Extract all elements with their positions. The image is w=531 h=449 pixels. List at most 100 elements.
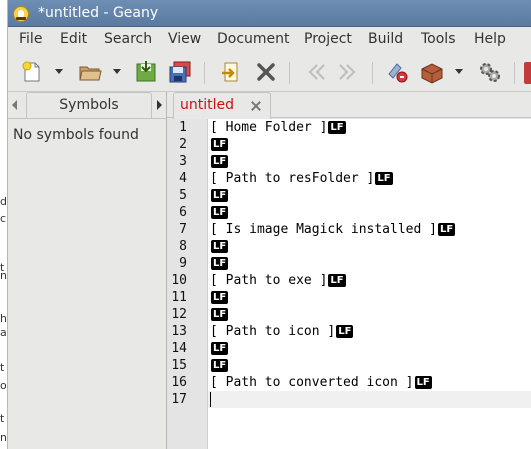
line-number: 5 (179, 188, 187, 203)
line-number: 10 (171, 273, 187, 288)
line-number: 17 (171, 392, 187, 407)
background-text-fragment: n (0, 269, 7, 282)
code-line[interactable]: [ Home Folder ] LF (210, 119, 346, 136)
line-number: 11 (171, 290, 187, 305)
editor-area: untitled 1 2 3 4 5 6 7 8 9 10 11 12 13 14 15 16 17 [ Hom… (167, 92, 531, 449)
code-line[interactable]: [ Path to exe ] LF (210, 272, 346, 289)
eol-marker: LF (336, 325, 354, 338)
code-line[interactable]: LF (210, 357, 229, 374)
line-number-gutter: 1 2 3 4 5 6 7 8 9 10 11 12 13 14 15 16 17 (167, 119, 208, 449)
code-line-text: [ Home Folder ] (210, 120, 328, 135)
window-title: *untitled - Geany (38, 5, 159, 21)
line-number: 4 (179, 171, 187, 186)
toolbar (8, 52, 531, 92)
menu-help[interactable]: Help (474, 31, 506, 47)
open-file-icon[interactable] (78, 60, 102, 84)
code-line-text: [ Path to exe ] (210, 273, 328, 288)
menu-document[interactable]: Document (217, 31, 290, 47)
sidebar-scroll-right-icon[interactable] (157, 100, 162, 110)
forward-icon[interactable] (337, 60, 361, 84)
code-line[interactable]: LF (210, 340, 229, 357)
toolbar-separator (289, 62, 290, 84)
code-line[interactable] (208, 391, 531, 408)
menu-tools[interactable]: Tools (421, 31, 456, 47)
line-number: 16 (171, 375, 187, 390)
toolbar-overflow-icon[interactable] (524, 62, 531, 84)
eol-marker: LF (211, 308, 229, 321)
background-window-strip: dctnhaatotn (0, 0, 8, 449)
sidebar-scroll-left-icon[interactable] (12, 100, 17, 110)
open-file-dropdown-arrow[interactable] (113, 69, 121, 74)
close-icon[interactable] (254, 60, 278, 84)
line-number: 13 (171, 324, 187, 339)
code-line[interactable]: [ Path to converted icon ] LF (210, 374, 432, 391)
code-line[interactable]: LF (210, 255, 229, 272)
build-dropdown-arrow[interactable] (455, 69, 463, 74)
code-line-text: [ Path to icon ] (210, 324, 336, 339)
build-icon[interactable] (420, 60, 444, 84)
eol-marker: LF (211, 342, 229, 355)
code-line[interactable]: LF (210, 136, 229, 153)
background-text-fragment: ha (0, 312, 7, 325)
eol-marker: LF (211, 291, 229, 304)
eol-marker: LF (211, 206, 229, 219)
new-file-icon[interactable] (20, 60, 44, 84)
code-line-text: [ Is image Magick installed ] (210, 222, 437, 237)
eol-marker: LF (211, 189, 229, 202)
eol-marker: LF (211, 257, 229, 270)
menu-file[interactable]: File (19, 31, 42, 47)
eol-marker: LF (414, 376, 432, 389)
line-number: 7 (179, 222, 187, 237)
line-number: 12 (171, 307, 187, 322)
toolbar-separator (204, 62, 205, 84)
menu-search[interactable]: Search (104, 31, 152, 47)
code-line[interactable]: LF (210, 289, 229, 306)
tab-untitled-label: untitled (180, 97, 235, 113)
revert-icon[interactable] (219, 60, 243, 84)
text-cursor (210, 392, 211, 407)
title-bar[interactable]: *untitled - Geany (8, 0, 531, 27)
save-icon[interactable] (134, 60, 158, 84)
eol-marker: LF (211, 359, 229, 372)
sidebar-tabs: Symbols (8, 92, 166, 118)
execute-icon[interactable] (478, 60, 502, 84)
code-line[interactable]: [ Is image Magick installed ] LF (210, 221, 456, 238)
eol-marker: LF (328, 274, 346, 287)
code-line[interactable]: LF (210, 187, 229, 204)
symbols-panel: No symbols found (8, 118, 166, 449)
save-all-icon[interactable] (168, 60, 192, 84)
menu-build[interactable]: Build (368, 31, 403, 47)
compile-icon[interactable] (386, 60, 410, 84)
background-text-fragment: t (0, 361, 5, 374)
editor-text-area[interactable]: [ Home Folder ] LF LF LF[ Path to resFolder… (208, 119, 531, 449)
background-text-fragment: d (0, 195, 7, 208)
back-icon[interactable] (303, 60, 327, 84)
code-line[interactable]: [ Path to resFolder ] LF (210, 170, 393, 187)
eol-marker: LF (437, 223, 456, 236)
line-number: 15 (171, 358, 187, 373)
close-tab-icon[interactable] (250, 100, 262, 112)
new-file-dropdown-arrow[interactable] (55, 69, 63, 74)
menu-bar: File Edit Search View Document Project B… (8, 27, 531, 52)
tab-symbols[interactable]: Symbols (26, 92, 152, 118)
background-text-fragment: a (0, 326, 7, 339)
line-number: 14 (171, 341, 187, 356)
tab-untitled[interactable]: untitled (173, 92, 271, 119)
code-line[interactable]: LF (210, 306, 229, 323)
background-text-fragment: n (0, 431, 7, 444)
eol-marker: LF (328, 121, 346, 134)
eol-marker: LF (375, 172, 393, 185)
code-line[interactable]: LF (210, 204, 229, 221)
menu-edit[interactable]: Edit (60, 31, 87, 47)
code-line[interactable]: LF (210, 153, 229, 170)
code-line[interactable]: [ Path to icon ] LF (210, 323, 354, 340)
document-tabs: untitled (167, 92, 531, 119)
code-line[interactable]: LF (210, 238, 229, 255)
background-text-fragment: o (0, 379, 7, 392)
toolbar-separator (514, 62, 515, 84)
menu-view[interactable]: View (168, 31, 201, 47)
background-text-fragment: t (0, 412, 5, 425)
menu-project[interactable]: Project (304, 31, 352, 47)
geany-window: *untitled - Geany File Edit Search View … (8, 0, 531, 449)
eol-marker: LF (211, 155, 229, 168)
